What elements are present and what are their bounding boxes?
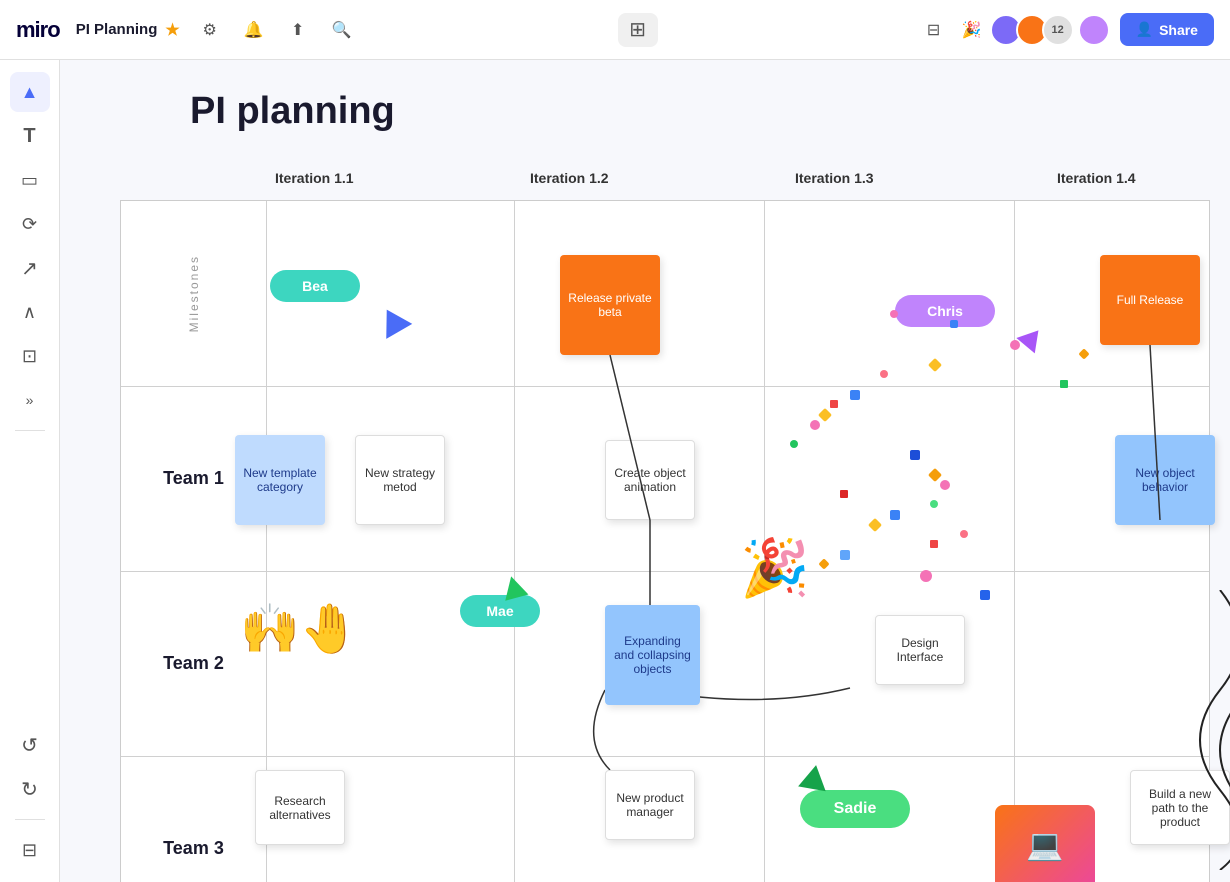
party-popper-illustration: 🎉 xyxy=(740,535,810,601)
sadie-tag-text: Sadie xyxy=(834,800,877,818)
row-divider-3 xyxy=(121,756,1209,757)
new-object-behavior-sticky[interactable]: New object behavior xyxy=(1115,435,1215,525)
sticky-note-tool[interactable]: ▭ xyxy=(10,160,50,200)
col-divider-4 xyxy=(1014,201,1015,882)
new-strategy-metod-sticky[interactable]: New strategy metod xyxy=(355,435,445,525)
expanding-collapsing-sticky[interactable]: Expanding and collapsing objects xyxy=(605,605,700,705)
team-2-label: Team 2 xyxy=(163,653,224,674)
bea-tag-text: Bea xyxy=(302,278,328,294)
frame-tool[interactable]: ⊡ xyxy=(10,336,50,376)
research-alternatives-sticky[interactable]: Research alternatives xyxy=(255,770,345,845)
team-2-label-cell: Team 2 xyxy=(121,571,266,756)
board: PI planning Iteration 1.1 Iteration 1.2 … xyxy=(60,60,1230,882)
gear-icon[interactable]: ⚙ xyxy=(196,16,224,44)
avatar-current-user xyxy=(1078,14,1110,46)
canvas[interactable]: PI planning Iteration 1.1 Iteration 1.2 … xyxy=(60,60,1230,882)
iteration-1-1-header: Iteration 1.1 xyxy=(275,170,354,186)
board-title-text: PI Planning xyxy=(76,21,158,38)
bea-tag[interactable]: Bea xyxy=(270,270,360,302)
research-alternatives-text: Research alternatives xyxy=(264,794,336,822)
redo-button[interactable]: ↻ xyxy=(10,769,50,809)
hands-illustration: 🙌🤚 xyxy=(240,600,360,657)
share-icon: 👤 xyxy=(1136,21,1153,38)
left-toolbar: ▲ T ▭ ⟳ ↗ ∧ ⊡ » ↺ ↻ ⊟ xyxy=(0,60,60,882)
celebrate-icon[interactable]: 🎉 xyxy=(958,16,986,44)
filter-icon[interactable]: ⊟ xyxy=(920,16,948,44)
share-button[interactable]: 👤 Share xyxy=(1120,13,1214,46)
board-title: PI Planning ★ xyxy=(76,20,180,40)
new-template-category-sticky[interactable]: New template category xyxy=(235,435,325,525)
row-divider-1 xyxy=(121,386,1209,387)
design-interface-sticky[interactable]: Design Interface xyxy=(875,615,965,685)
milestones-cell: Milestones xyxy=(121,201,266,386)
search-icon[interactable]: 🔍 xyxy=(328,16,356,44)
arrow-tool[interactable]: ↗ xyxy=(10,248,50,288)
board-title-main: PI planning xyxy=(190,90,395,133)
mae-tag[interactable]: Mae xyxy=(460,595,540,627)
layers-button[interactable]: ⊟ xyxy=(10,830,50,870)
green-arrow-2 xyxy=(798,763,830,791)
topbar-center: ⊞ xyxy=(618,13,658,47)
chris-tag[interactable]: Chris xyxy=(895,295,995,327)
milestones-label: Milestones xyxy=(187,255,201,332)
chris-tag-text: Chris xyxy=(927,303,963,319)
share-label: Share xyxy=(1159,22,1198,38)
upload-icon[interactable]: ⬆ xyxy=(284,16,312,44)
laptop-illustration: 💻 xyxy=(995,805,1095,882)
create-object-animation-sticky[interactable]: Create object animation xyxy=(605,440,695,520)
team-3-label-cell: Team 3 xyxy=(121,756,266,882)
release-private-beta-sticky[interactable]: Release private beta xyxy=(560,255,660,355)
new-product-manager-text: New product manager xyxy=(614,791,686,819)
toolbar-divider xyxy=(15,430,45,431)
avatar-count: 12 xyxy=(1042,14,1074,46)
undo-button[interactable]: ↺ xyxy=(10,725,50,765)
row-divider-2 xyxy=(121,571,1209,572)
iteration-1-4-header: Iteration 1.4 xyxy=(1057,170,1136,186)
full-release-text: Full Release xyxy=(1117,293,1184,307)
toolbar-divider-2 xyxy=(15,819,45,820)
new-object-behavior-text: New object behavior xyxy=(1123,466,1207,494)
sadie-tag[interactable]: Sadie xyxy=(800,790,910,828)
topbar-right: ⊟ 🎉 12 👤 Share xyxy=(920,13,1214,46)
full-release-sticky[interactable]: Full Release xyxy=(1100,255,1200,345)
new-template-category-text: New template category xyxy=(243,466,317,494)
bell-icon[interactable]: 🔔 xyxy=(240,16,268,44)
mae-tag-text: Mae xyxy=(486,603,513,619)
team-1-label: Team 1 xyxy=(163,468,224,489)
create-object-animation-text: Create object animation xyxy=(614,466,686,494)
star-icon[interactable]: ★ xyxy=(165,20,179,40)
miro-logo[interactable]: miro xyxy=(16,17,60,43)
cursor-tool[interactable]: ▲ xyxy=(10,72,50,112)
pen-tool[interactable]: ∧ xyxy=(10,292,50,332)
shapes-tool[interactable]: ⟳ xyxy=(10,204,50,244)
iteration-1-3-header: Iteration 1.3 xyxy=(795,170,874,186)
team-3-label: Team 3 xyxy=(163,838,224,859)
iteration-1-2-header: Iteration 1.2 xyxy=(530,170,609,186)
new-strategy-metod-text: New strategy metod xyxy=(364,466,436,494)
expanding-collapsing-text: Expanding and collapsing objects xyxy=(613,634,692,676)
apps-icon[interactable]: ⊞ xyxy=(618,13,658,47)
topbar-icons: ⚙ 🔔 ⬆ 🔍 xyxy=(196,16,356,44)
topbar: miro PI Planning ★ ⚙ 🔔 ⬆ 🔍 ⊞ ⊟ 🎉 12 👤 Sh… xyxy=(0,0,1230,60)
text-tool[interactable]: T xyxy=(10,116,50,156)
design-interface-text: Design Interface xyxy=(884,636,956,664)
topbar-left: miro PI Planning ★ ⚙ 🔔 ⬆ 🔍 xyxy=(16,16,356,44)
col-divider-2 xyxy=(514,201,515,882)
more-tools[interactable]: » xyxy=(10,380,50,420)
new-product-manager-sticky[interactable]: New product manager xyxy=(605,770,695,840)
release-private-beta-text: Release private beta xyxy=(568,291,652,319)
squiggly-lines xyxy=(1140,590,1230,870)
avatar-group: 12 xyxy=(996,14,1074,46)
